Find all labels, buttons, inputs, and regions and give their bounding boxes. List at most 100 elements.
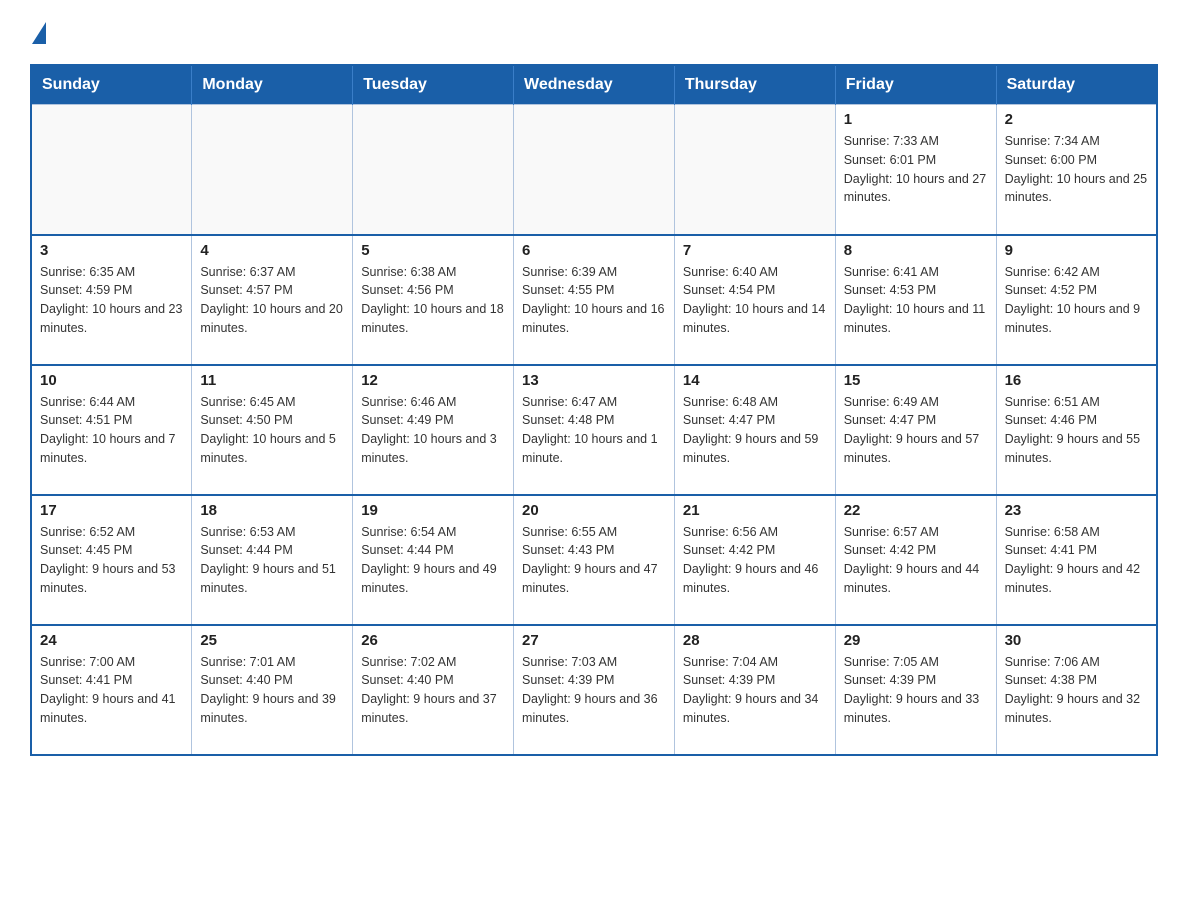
day-info: Sunrise: 6:42 AM Sunset: 4:52 PM Dayligh… [1005, 263, 1148, 338]
calendar-week-3: 10Sunrise: 6:44 AM Sunset: 4:51 PM Dayli… [31, 365, 1157, 495]
day-info: Sunrise: 7:04 AM Sunset: 4:39 PM Dayligh… [683, 653, 827, 728]
calendar-week-1: 1 Sunrise: 7:33 AM Sunset: 6:01 PM Daylig… [31, 105, 1157, 235]
day-info: Sunrise: 6:39 AM Sunset: 4:55 PM Dayligh… [522, 263, 666, 338]
day-number: 19 [361, 502, 505, 519]
day-info: Sunrise: 7:00 AM Sunset: 4:41 PM Dayligh… [40, 653, 183, 728]
day-info: Sunrise: 6:52 AM Sunset: 4:45 PM Dayligh… [40, 523, 183, 598]
day-info: Sunrise: 7:01 AM Sunset: 4:40 PM Dayligh… [200, 653, 344, 728]
calendar-table: SundayMondayTuesdayWednesdayThursdayFrid… [30, 64, 1158, 756]
day-info: Sunrise: 6:49 AM Sunset: 4:47 PM Dayligh… [844, 393, 988, 468]
day-number: 13 [522, 372, 666, 389]
table-row: 25 Sunrise: 7:01 AM Sunset: 4:40 PM Dayli… [192, 625, 353, 755]
day-number: 8 [844, 242, 988, 259]
table-row: 20 Sunrise: 6:55 AM Sunset: 4:43 PM Dayli… [514, 495, 675, 625]
weekday-header-tuesday: Tuesday [353, 65, 514, 105]
weekday-header-monday: Monday [192, 65, 353, 105]
day-number: 3 [40, 242, 183, 259]
day-info: Sunrise: 7:33 AM Sunset: 6:01 PM Dayligh… [844, 132, 988, 207]
table-row: 15 Sunrise: 6:49 AM Sunset: 4:47 PM Dayli… [835, 365, 996, 495]
table-row: 30 Sunrise: 7:06 AM Sunset: 4:38 PM Dayli… [996, 625, 1157, 755]
day-info: Sunrise: 6:57 AM Sunset: 4:42 PM Dayligh… [844, 523, 988, 598]
day-number: 2 [1005, 111, 1148, 128]
table-row: 17 Sunrise: 6:52 AM Sunset: 4:45 PM Dayli… [31, 495, 192, 625]
table-row: 24 Sunrise: 7:00 AM Sunset: 4:41 PM Dayli… [31, 625, 192, 755]
day-info: Sunrise: 6:53 AM Sunset: 4:44 PM Dayligh… [200, 523, 344, 598]
day-number: 21 [683, 502, 827, 519]
day-info: Sunrise: 6:58 AM Sunset: 4:41 PM Dayligh… [1005, 523, 1148, 598]
day-number: 9 [1005, 242, 1148, 259]
day-number: 18 [200, 502, 344, 519]
day-number: 29 [844, 632, 988, 649]
table-row: 8 Sunrise: 6:41 AM Sunset: 4:53 PM Daylig… [835, 235, 996, 365]
day-number: 20 [522, 502, 666, 519]
day-number: 22 [844, 502, 988, 519]
weekday-header-friday: Friday [835, 65, 996, 105]
day-number: 5 [361, 242, 505, 259]
day-number: 16 [1005, 372, 1148, 389]
weekday-header-thursday: Thursday [674, 65, 835, 105]
table-row: 28 Sunrise: 7:04 AM Sunset: 4:39 PM Dayli… [674, 625, 835, 755]
day-info: Sunrise: 6:44 AM Sunset: 4:51 PM Dayligh… [40, 393, 183, 468]
day-info: Sunrise: 6:41 AM Sunset: 4:53 PM Dayligh… [844, 263, 988, 338]
table-row: 1 Sunrise: 7:33 AM Sunset: 6:01 PM Daylig… [835, 105, 996, 235]
day-number: 25 [200, 632, 344, 649]
table-row: 16 Sunrise: 6:51 AM Sunset: 4:46 PM Dayli… [996, 365, 1157, 495]
day-number: 24 [40, 632, 183, 649]
table-row: 21 Sunrise: 6:56 AM Sunset: 4:42 PM Dayli… [674, 495, 835, 625]
day-number: 11 [200, 372, 344, 389]
table-row: 11Sunrise: 6:45 AM Sunset: 4:50 PM Dayli… [192, 365, 353, 495]
day-number: 4 [200, 242, 344, 259]
table-row [353, 105, 514, 235]
day-info: Sunrise: 6:51 AM Sunset: 4:46 PM Dayligh… [1005, 393, 1148, 468]
day-number: 14 [683, 372, 827, 389]
weekday-header-wednesday: Wednesday [514, 65, 675, 105]
day-info: Sunrise: 6:56 AM Sunset: 4:42 PM Dayligh… [683, 523, 827, 598]
table-row: 10Sunrise: 6:44 AM Sunset: 4:51 PM Dayli… [31, 365, 192, 495]
day-number: 26 [361, 632, 505, 649]
day-info: Sunrise: 6:55 AM Sunset: 4:43 PM Dayligh… [522, 523, 666, 598]
header [30, 20, 1158, 44]
table-row: 27 Sunrise: 7:03 AM Sunset: 4:39 PM Dayli… [514, 625, 675, 755]
table-row: 19 Sunrise: 6:54 AM Sunset: 4:44 PM Dayli… [353, 495, 514, 625]
table-row [674, 105, 835, 235]
day-number: 27 [522, 632, 666, 649]
day-number: 12 [361, 372, 505, 389]
day-info: Sunrise: 6:48 AM Sunset: 4:47 PM Dayligh… [683, 393, 827, 468]
logo [30, 20, 46, 44]
day-info: Sunrise: 6:35 AM Sunset: 4:59 PM Dayligh… [40, 263, 183, 338]
day-number: 6 [522, 242, 666, 259]
day-info: Sunrise: 7:06 AM Sunset: 4:38 PM Dayligh… [1005, 653, 1148, 728]
day-number: 15 [844, 372, 988, 389]
day-info: Sunrise: 6:37 AM Sunset: 4:57 PM Dayligh… [200, 263, 344, 338]
table-row [514, 105, 675, 235]
day-info: Sunrise: 7:03 AM Sunset: 4:39 PM Dayligh… [522, 653, 666, 728]
day-info: Sunrise: 6:40 AM Sunset: 4:54 PM Dayligh… [683, 263, 827, 338]
table-row: 6 Sunrise: 6:39 AM Sunset: 4:55 PM Daylig… [514, 235, 675, 365]
table-row: 18 Sunrise: 6:53 AM Sunset: 4:44 PM Dayli… [192, 495, 353, 625]
table-row: 29Sunrise: 7:05 AM Sunset: 4:39 PM Dayli… [835, 625, 996, 755]
day-number: 1 [844, 111, 988, 128]
day-info: Sunrise: 6:47 AM Sunset: 4:48 PM Dayligh… [522, 393, 666, 468]
table-row: 12 Sunrise: 6:46 AM Sunset: 4:49 PM Dayli… [353, 365, 514, 495]
table-row: 4 Sunrise: 6:37 AM Sunset: 4:57 PM Daylig… [192, 235, 353, 365]
table-row [31, 105, 192, 235]
day-number: 23 [1005, 502, 1148, 519]
table-row: 22 Sunrise: 6:57 AM Sunset: 4:42 PM Dayli… [835, 495, 996, 625]
day-number: 28 [683, 632, 827, 649]
day-info: Sunrise: 6:38 AM Sunset: 4:56 PM Dayligh… [361, 263, 505, 338]
table-row: 14 Sunrise: 6:48 AM Sunset: 4:47 PM Dayli… [674, 365, 835, 495]
weekday-header-row: SundayMondayTuesdayWednesdayThursdayFrid… [31, 65, 1157, 105]
logo-triangle-icon [32, 22, 46, 44]
table-row: 2 Sunrise: 7:34 AM Sunset: 6:00 PM Daylig… [996, 105, 1157, 235]
day-info: Sunrise: 6:46 AM Sunset: 4:49 PM Dayligh… [361, 393, 505, 468]
table-row: 9 Sunrise: 6:42 AM Sunset: 4:52 PM Daylig… [996, 235, 1157, 365]
calendar-week-2: 3 Sunrise: 6:35 AM Sunset: 4:59 PM Daylig… [31, 235, 1157, 365]
day-number: 17 [40, 502, 183, 519]
day-number: 30 [1005, 632, 1148, 649]
day-info: Sunrise: 6:54 AM Sunset: 4:44 PM Dayligh… [361, 523, 505, 598]
table-row: 13 Sunrise: 6:47 AM Sunset: 4:48 PM Dayli… [514, 365, 675, 495]
day-info: Sunrise: 7:34 AM Sunset: 6:00 PM Dayligh… [1005, 132, 1148, 207]
day-info: Sunrise: 7:02 AM Sunset: 4:40 PM Dayligh… [361, 653, 505, 728]
weekday-header-sunday: Sunday [31, 65, 192, 105]
day-number: 7 [683, 242, 827, 259]
